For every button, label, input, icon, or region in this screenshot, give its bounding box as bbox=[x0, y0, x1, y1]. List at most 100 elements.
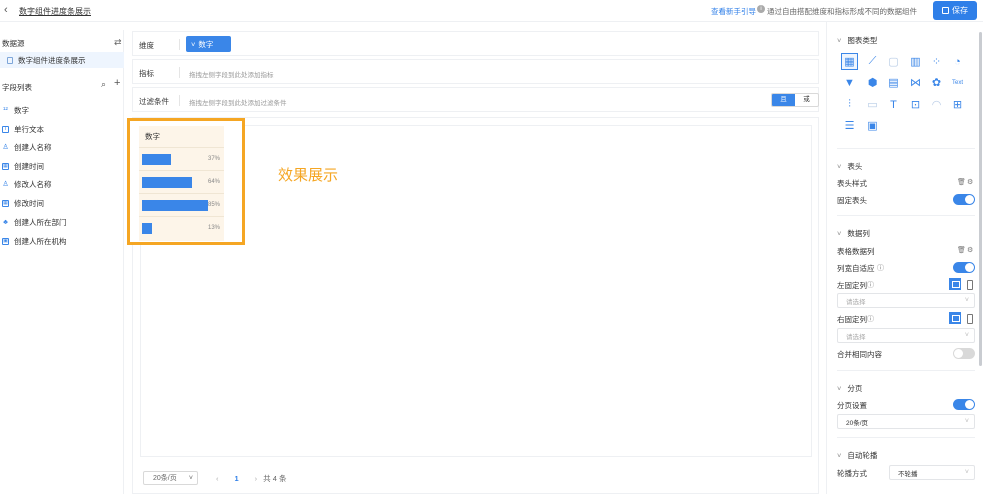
fixed-header-toggle[interactable] bbox=[953, 194, 975, 205]
table-row: 64% bbox=[139, 171, 224, 194]
delete-icon[interactable]: 🗑 bbox=[957, 246, 966, 254]
chart-type-table[interactable]: ▦ bbox=[841, 53, 858, 70]
dimension-tag[interactable]: ˅ 数字 bbox=[186, 36, 231, 52]
search-icon[interactable]: ⌕ bbox=[101, 79, 106, 90]
picture-icon: ▣ bbox=[867, 120, 878, 132]
carousel-mode-select[interactable]: 不轮播 ˅ bbox=[889, 465, 975, 480]
select-placeholder: 请选择 bbox=[846, 333, 866, 341]
dimension-tag-label: 数字 bbox=[198, 39, 214, 49]
chart-type-gauge[interactable]: ◠ bbox=[928, 96, 945, 113]
save-button[interactable]: 保存 bbox=[933, 1, 977, 20]
merge-same-toggle[interactable] bbox=[953, 348, 975, 359]
filter-row[interactable]: 过滤条件 拖拽左侧字段到此处添加过滤条件 且 或 bbox=[132, 87, 819, 112]
field-label: 创建时间 bbox=[14, 161, 44, 171]
metric-label: 指标 bbox=[139, 69, 154, 78]
dual-axis-icon: ⋈ bbox=[910, 77, 921, 89]
paging-section[interactable]: ˅ 分页 bbox=[837, 383, 862, 394]
chevron-down-icon: ˅ bbox=[837, 36, 842, 45]
field-item[interactable]: ♙ 创建人名称 bbox=[2, 141, 51, 153]
next-page-icon[interactable]: › bbox=[255, 474, 258, 483]
field-item[interactable]: ▦ 创建时间 bbox=[2, 160, 44, 172]
chevron-down-icon: ˅ bbox=[964, 418, 969, 425]
top-bar: ‹ 数字组件进度条展示 查看新手引导 i 通过自由搭配维度和指标形成不同的数据组… bbox=[0, 0, 983, 22]
chart-type-image-card[interactable]: ⊡ bbox=[907, 96, 924, 113]
chart-type-bar-line[interactable]: ⫶ bbox=[841, 96, 858, 113]
mobile-icon[interactable] bbox=[963, 278, 975, 290]
user-icon: ♙ bbox=[2, 143, 9, 151]
column-adaptive-toggle[interactable] bbox=[953, 262, 975, 273]
field-item[interactable]: ▦ 修改时间 bbox=[2, 197, 44, 209]
page-title[interactable]: 数字组件进度条展示 bbox=[19, 6, 91, 17]
chart-type-picture[interactable]: ▣ bbox=[864, 117, 881, 134]
text-icon: T bbox=[2, 125, 9, 133]
desktop-icon[interactable] bbox=[949, 278, 961, 290]
delete-icon[interactable]: 🗑 bbox=[957, 178, 966, 186]
page-size-value: 20条/页 bbox=[153, 475, 177, 482]
info-icon: ⓘ bbox=[867, 282, 874, 289]
info-icon: ⓘ bbox=[877, 265, 884, 272]
chart-type-bar[interactable]: ▥ bbox=[907, 53, 924, 70]
chart-type-funnel[interactable]: ▼ bbox=[841, 74, 858, 91]
field-item[interactable]: ♣ 创建人所在部门 bbox=[2, 216, 66, 228]
chart-type-stacked[interactable]: ▤ bbox=[885, 74, 902, 91]
left-fixed-label: 左固定列 bbox=[837, 281, 867, 290]
divider bbox=[179, 95, 180, 106]
line-chart-icon: ⟋ bbox=[868, 55, 877, 67]
or-button[interactable]: 或 bbox=[795, 94, 818, 106]
chart-type-radar[interactable]: ⬢ bbox=[864, 74, 881, 91]
chart-type-pivot[interactable]: ⊞ bbox=[949, 96, 966, 113]
mobile-icon[interactable] bbox=[963, 312, 975, 324]
chevron-down-icon: ˅ bbox=[964, 297, 969, 304]
carousel-section[interactable]: ˅ 自动轮播 bbox=[837, 450, 877, 461]
gear-icon[interactable]: ⚙ bbox=[967, 178, 973, 186]
dimension-row: 维度 ˅ 数字 bbox=[132, 31, 819, 56]
prev-page-icon[interactable]: ‹ bbox=[216, 474, 219, 483]
chart-type-line[interactable]: ⟋ bbox=[864, 53, 881, 70]
datasource-item[interactable]: 数字组件进度条展示 bbox=[0, 52, 124, 68]
table-data-column-label: 表格数据列 bbox=[837, 247, 875, 256]
guide-link[interactable]: 查看新手引导 bbox=[711, 6, 756, 17]
left-panel: 数据源 ⇄ 数字组件进度条展示 字段列表 ⌕ + ¹² 数字 T 单行文本 ♙ … bbox=[0, 30, 124, 494]
field-item[interactable]: ▣ 创建人所在机构 bbox=[2, 235, 67, 247]
merge-same-label: 合并相同内容 bbox=[837, 350, 882, 359]
paging-size-select[interactable]: 20条/页 ˅ bbox=[837, 414, 975, 429]
chart-type-title[interactable]: T bbox=[885, 96, 902, 113]
gear-icon[interactable]: ⚙ bbox=[967, 246, 973, 254]
progress-bar bbox=[142, 200, 208, 211]
chart-type-pie[interactable]: ◔ bbox=[949, 53, 966, 70]
data-column-section[interactable]: ˅ 数据列 bbox=[837, 228, 870, 239]
switch-datasource-icon[interactable]: ⇄ bbox=[114, 37, 122, 48]
left-fixed-select[interactable]: 请选择 ˅ bbox=[837, 293, 975, 308]
right-fixed-select[interactable]: 请选择 ˅ bbox=[837, 328, 975, 343]
field-label: 创建人所在机构 bbox=[14, 236, 67, 246]
add-icon[interactable]: + bbox=[114, 77, 120, 89]
desktop-icon[interactable] bbox=[949, 312, 961, 324]
chart-type-scatter[interactable]: ⁘ bbox=[928, 53, 945, 70]
progress-bar bbox=[142, 223, 152, 234]
paging-toggle[interactable] bbox=[953, 399, 975, 410]
metric-row[interactable]: 指标 拖拽左侧字段到此处添加指标 bbox=[132, 59, 819, 84]
chart-type-section[interactable]: ˅ 图表类型 bbox=[837, 35, 877, 46]
field-item[interactable]: ♙ 修改人名称 bbox=[2, 178, 51, 190]
chart-type-number[interactable]: ▢ bbox=[885, 53, 902, 70]
filter-drop-hint: 拖拽左侧字段到此处添加过滤条件 bbox=[189, 100, 287, 107]
page-size-select[interactable]: 20条/页 ˅ bbox=[143, 471, 198, 485]
text-icon: Text bbox=[951, 79, 963, 86]
section-title: 自动轮播 bbox=[847, 451, 878, 460]
header-section[interactable]: ˅ 表头 bbox=[837, 161, 862, 172]
chart-type-map[interactable]: ✿ bbox=[928, 74, 945, 91]
effect-label: 效果展示 bbox=[278, 167, 339, 184]
section-title: 分页 bbox=[847, 384, 863, 393]
chart-type-text[interactable]: Text bbox=[949, 74, 966, 91]
image-card-icon: ⊡ bbox=[910, 99, 921, 111]
back-icon[interactable]: ‹ bbox=[4, 4, 8, 16]
field-item[interactable]: T 单行文本 bbox=[2, 123, 44, 135]
field-item[interactable]: ¹² 数字 bbox=[2, 104, 29, 116]
scrollbar[interactable] bbox=[979, 32, 982, 366]
highlight-box: 数字 37% 64% 85% 13% bbox=[127, 118, 245, 245]
and-button[interactable]: 且 bbox=[772, 94, 795, 106]
chart-type-gantt[interactable]: ▭ bbox=[864, 96, 881, 113]
chart-type-rank[interactable]: ☰ bbox=[841, 117, 858, 134]
current-page[interactable]: 1 bbox=[235, 474, 239, 483]
chart-type-dual[interactable]: ⋈ bbox=[907, 74, 924, 91]
